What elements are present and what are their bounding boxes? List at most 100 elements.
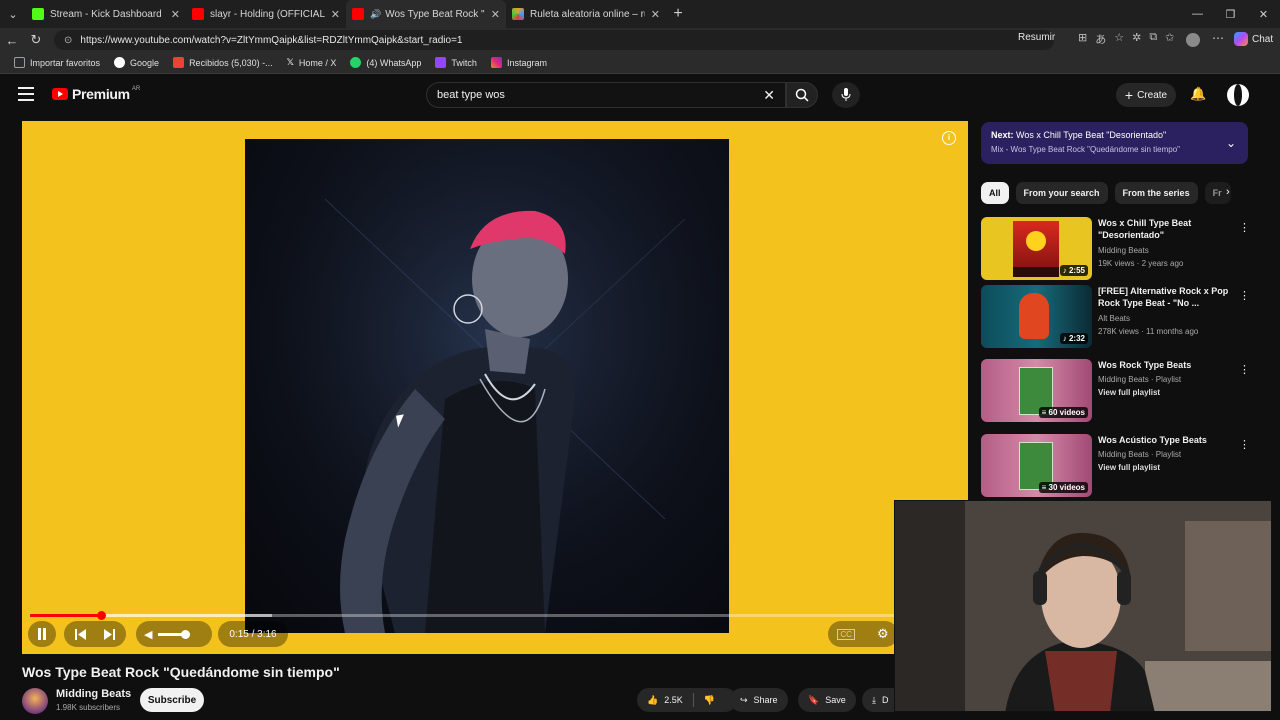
up-next-panel[interactable]: Next: Wos x Chill Type Beat "Desorientad… (981, 122, 1248, 164)
bookmark-item[interactable]: Instagram (490, 57, 547, 68)
create-label: Create (1137, 89, 1168, 101)
browser-tab[interactable]: Ruleta aleatoria online – ruleta de ✕ (506, 0, 666, 28)
new-tab-button[interactable]: + (666, 5, 690, 23)
playlist-item[interactable]: ≡ 60 videos Wos Rock Type Beats Midding … (981, 359, 1261, 425)
captions-icon[interactable]: CC (837, 628, 855, 640)
browser-tab[interactable]: slayr - Holding (OFFICIAL MUSIC V ✕ (186, 0, 346, 28)
close-tab-icon[interactable]: ✕ (491, 8, 500, 21)
save-button[interactable]: 🔖 Save (798, 688, 856, 712)
voice-search-button[interactable] (832, 82, 860, 108)
recommendation-channel[interactable]: Alt Beats (1098, 314, 1130, 323)
translate-icon[interactable]: あ (1095, 31, 1106, 47)
bookmark-label: Instagram (506, 57, 547, 68)
pause-button[interactable] (28, 621, 56, 647)
playlist-thumbnail[interactable]: ≡ 30 videos (981, 434, 1092, 497)
recommendation-title[interactable]: [FREE] Alternative Rock x Pop Rock Type … (1098, 285, 1238, 309)
playlist-thumbnail[interactable]: ≡ 60 videos (981, 359, 1092, 422)
playlist-channel[interactable]: Midding Beats · Playlist (1098, 450, 1181, 459)
playlist-item[interactable]: ≡ 30 videos Wos Acústico Type Beats Midd… (981, 434, 1261, 500)
more-menu-icon[interactable]: ⋯ (1212, 31, 1224, 45)
channel-name[interactable]: Midding Beats (56, 688, 131, 700)
like-count[interactable]: 2.5K (664, 695, 683, 705)
download-button[interactable]: ⤓ D (862, 688, 896, 712)
close-tab-icon[interactable]: ✕ (331, 8, 340, 21)
browser-profile-avatar[interactable] (1186, 33, 1200, 47)
close-tab-icon[interactable]: ✕ (171, 8, 180, 21)
share-button[interactable]: ↪ Share (730, 688, 788, 712)
settings-gear-icon[interactable]: ⚙ (877, 626, 889, 642)
more-options-icon[interactable]: ⋮ (1239, 221, 1250, 234)
chip-from-the-series[interactable]: From the series (1114, 182, 1198, 204)
bookmark-item[interactable]: (4) WhatsApp (350, 57, 421, 68)
volume-control[interactable]: ◀ (136, 621, 212, 647)
playlist-channel[interactable]: Midding Beats · Playlist (1098, 375, 1181, 384)
channel-avatar[interactable] (22, 688, 48, 714)
url-field[interactable]: ⊙ https://www.youtube.com/watch?v=ZltYmm… (54, 30, 1054, 50)
favorites-icon[interactable]: ✩ (1165, 31, 1174, 47)
bookmark-item[interactable]: Twitch (435, 57, 477, 68)
youtube-premium-logo[interactable]: Premium AR (52, 86, 140, 102)
chevron-right-icon[interactable]: › (1226, 186, 1230, 198)
like-icon[interactable]: 👍 (647, 695, 658, 706)
notifications-bell-icon[interactable]: 🔔 (1190, 86, 1206, 102)
chip-all[interactable]: All (981, 182, 1009, 204)
volume-icon[interactable]: ◀ (144, 628, 152, 641)
back-icon[interactable]: ← (0, 33, 24, 48)
copilot-chat-button[interactable]: Chat (1234, 32, 1273, 46)
browser-tab-active[interactable]: 🔊 Wos Type Beat Rock "Quedán ✕ (346, 0, 506, 28)
video-thumbnail[interactable]: ♪ 2:55 (981, 217, 1092, 280)
extensions-icon[interactable]: ✲ (1132, 31, 1141, 47)
chat-label: Chat (1252, 33, 1274, 45)
bookmark-item[interactable]: Recibidos (5,030) -... (173, 57, 273, 68)
guide-menu-icon[interactable] (18, 87, 34, 101)
resumir-button[interactable]: Resumir (1018, 32, 1055, 43)
video-thumbnail[interactable]: ♪ 2:32 (981, 285, 1092, 348)
previous-icon[interactable] (75, 628, 86, 640)
bookmark-item[interactable]: 𝕏 Home / X (287, 57, 337, 68)
volume-slider[interactable] (158, 629, 191, 639)
more-options-icon[interactable]: ⋮ (1239, 363, 1250, 376)
favorite-star-icon[interactable]: ☆ (1114, 31, 1124, 47)
search-button[interactable] (786, 82, 818, 108)
account-avatar[interactable] (1227, 84, 1249, 106)
bookmark-item[interactable]: Importar favoritos (14, 57, 100, 68)
app-available-icon[interactable]: ⊞ (1078, 31, 1087, 47)
more-options-icon[interactable]: ⋮ (1239, 289, 1250, 302)
minimize-icon[interactable]: — (1181, 0, 1214, 28)
tab-list-menu-icon[interactable]: ⌄ (0, 0, 26, 28)
chevron-down-icon[interactable]: ⌄ (1226, 136, 1236, 150)
recommendation-item[interactable]: ♪ 2:55 Wos x Chill Type Beat "Desorienta… (981, 217, 1261, 283)
more-options-icon[interactable]: ⋮ (1239, 438, 1250, 451)
clear-search-icon[interactable]: ✕ (763, 87, 775, 104)
view-full-playlist-link[interactable]: View full playlist (1098, 388, 1160, 397)
view-full-playlist-link[interactable]: View full playlist (1098, 463, 1160, 472)
close-window-icon[interactable]: ✕ (1247, 0, 1280, 28)
create-button[interactable]: + Create (1116, 83, 1176, 107)
chip-from-your-search[interactable]: From your search (1015, 182, 1108, 204)
browser-tab[interactable]: Stream - Kick Dashboard ✕ (26, 0, 186, 28)
speaker-icon[interactable]: 🔊 (370, 9, 381, 20)
recommendation-item[interactable]: ♪ 2:32 [FREE] Alternative Rock x Pop Roc… (981, 285, 1261, 351)
reload-icon[interactable]: ↻ (24, 32, 48, 48)
playlist-title[interactable]: Wos Rock Type Beats (1098, 359, 1238, 371)
info-icon[interactable]: i (942, 131, 956, 145)
download-label: D (881, 695, 889, 705)
site-info-icon[interactable]: ⊙ (64, 35, 72, 46)
split-screen-icon[interactable]: ⧉ (1149, 31, 1157, 47)
recommendation-channel[interactable]: Midding Beats (1098, 246, 1149, 255)
playlist-title[interactable]: Wos Acústico Type Beats (1098, 434, 1238, 446)
bookmark-item[interactable]: Google (114, 57, 159, 68)
dislike-icon[interactable]: 👎 (704, 695, 715, 706)
subscribe-button[interactable]: Subscribe (140, 688, 204, 712)
address-bar-icons: ⊞ あ ☆ ✲ ⧉ ✩ (1078, 31, 1174, 47)
search-input[interactable]: beat type wos ✕ (426, 82, 786, 108)
restore-icon[interactable]: ❐ (1214, 0, 1247, 28)
progress-bar[interactable] (30, 611, 960, 620)
scrubber-handle[interactable] (97, 611, 107, 620)
recommendation-title[interactable]: Wos x Chill Type Beat "Desorientado" (1098, 217, 1238, 241)
next-title-line: Next: Wos x Chill Type Beat "Desorientad… (991, 130, 1238, 140)
close-tab-icon[interactable]: ✕ (651, 8, 660, 21)
next-icon[interactable] (104, 628, 115, 640)
microphone-icon (841, 88, 851, 101)
video-player[interactable]: i ◀ 0:15 / 3:16 CC ⚙ (22, 121, 968, 654)
